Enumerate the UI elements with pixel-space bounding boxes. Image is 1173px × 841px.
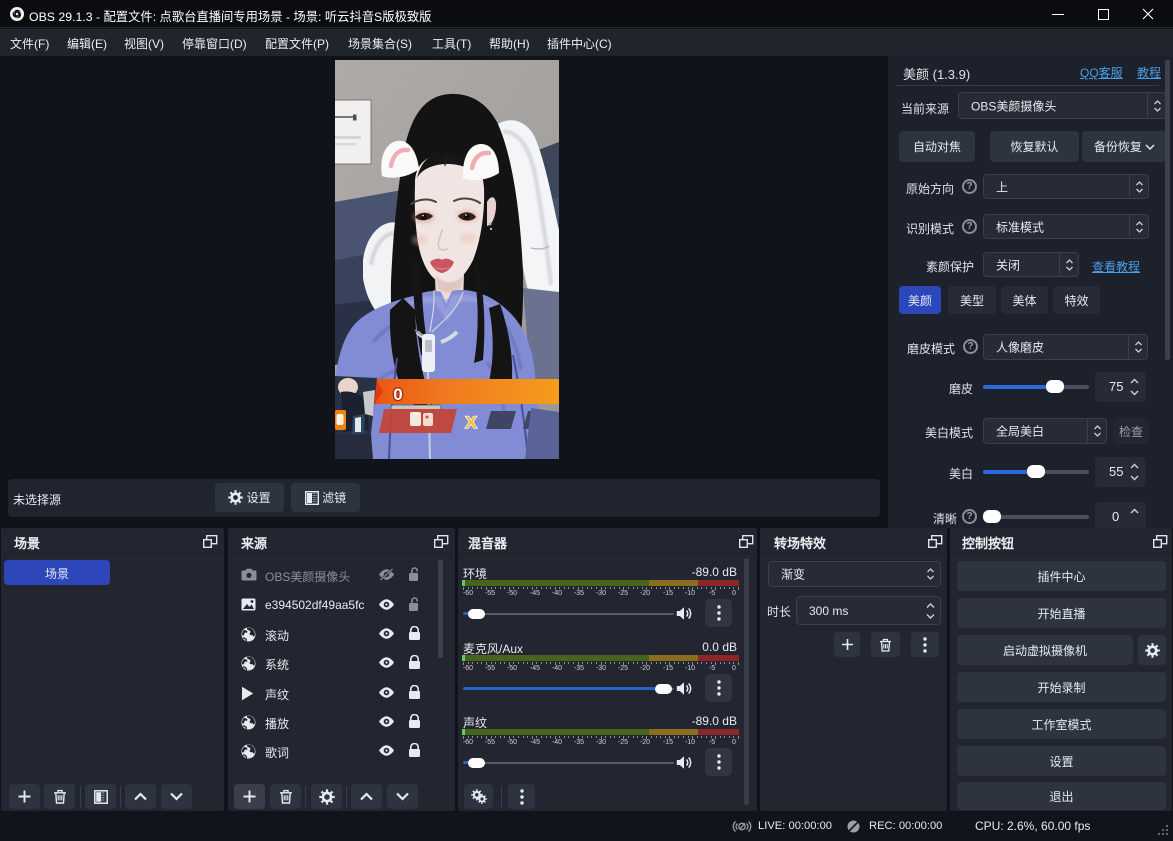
svg-text:0: 0 xyxy=(393,385,402,404)
svg-text:X: X xyxy=(465,413,477,432)
